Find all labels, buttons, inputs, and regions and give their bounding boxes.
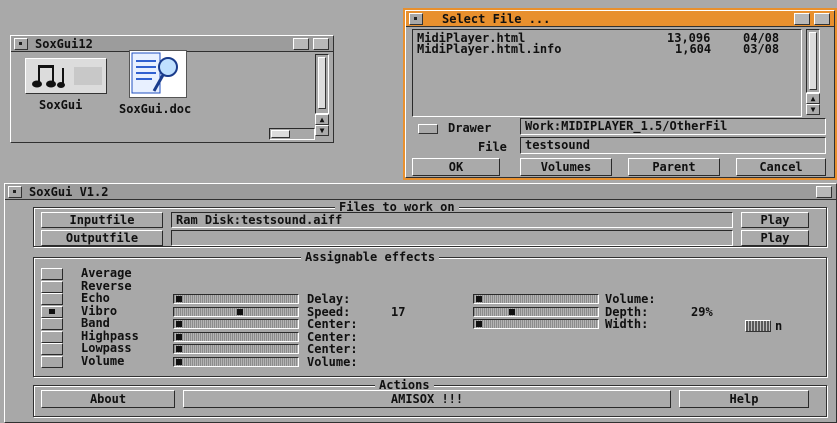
parent-button[interactable]: Parent: [628, 158, 720, 176]
drawer-icon-soxgui[interactable]: SoxGui: [21, 58, 111, 118]
effect-param-slider[interactable]: [173, 344, 299, 354]
drawer-horizontal-scrollbar[interactable]: [269, 128, 315, 140]
slider-knob[interactable]: [476, 296, 482, 302]
ok-button[interactable]: OK: [412, 158, 500, 176]
slider-knob[interactable]: [509, 308, 515, 315]
drawer-title: SoxGui12: [35, 37, 93, 51]
effect-param-slider-2[interactable]: [473, 319, 599, 329]
outputfile-button[interactable]: Outputfile: [41, 230, 163, 246]
slider-knob[interactable]: [176, 346, 182, 352]
drawer-vertical-scrollbar[interactable]: [315, 54, 329, 114]
about-button[interactable]: About: [41, 390, 175, 408]
slider-knob[interactable]: [176, 321, 182, 327]
effect-param-value: 17: [391, 304, 406, 319]
effect-param-label-2: Width:: [605, 317, 649, 331]
effects-group-label: Assignable effects: [301, 250, 440, 264]
scroll-down-icon[interactable]: ▼: [806, 104, 820, 115]
drawer-hscroll-thumb[interactable]: [271, 130, 290, 138]
scroll-up-icon[interactable]: ▲: [806, 93, 820, 104]
file-list-scroll-thumb[interactable]: [809, 32, 817, 90]
file-list-item[interactable]: MidiPlayer.html.info 1,604 03/08: [417, 43, 797, 55]
file-label: File: [478, 140, 507, 154]
depth-gadget-icon[interactable]: [816, 186, 832, 198]
effect-checkbox-highpass[interactable]: [41, 330, 63, 343]
effect-param-slider[interactable]: [173, 306, 299, 317]
volumes-button[interactable]: Volumes: [520, 158, 612, 176]
file-list[interactable]: MidiPlayer.html 13,096 04/08 MidiPlayer.…: [412, 29, 802, 117]
inputfile-field[interactable]: Ram Disk:testsound.aiff: [171, 212, 733, 228]
cancel-button[interactable]: Cancel: [736, 158, 826, 176]
file-date: 03/08: [743, 42, 780, 56]
outputfile-field[interactable]: [171, 230, 733, 246]
main-title: SoxGui V1.2: [29, 185, 109, 199]
close-gadget-icon[interactable]: [8, 186, 22, 198]
drawer-scroll-thumb[interactable]: [318, 57, 326, 109]
drawer-toggle-icon[interactable]: [418, 124, 438, 134]
zoom-gadget-icon[interactable]: [794, 13, 810, 25]
zoom-gadget-icon[interactable]: [293, 38, 309, 50]
effect-param-slider[interactable]: [173, 319, 299, 329]
effect-param-slider[interactable]: [173, 331, 299, 342]
file-list-scrollbar[interactable]: [806, 29, 820, 93]
effect-param-slider[interactable]: [173, 294, 299, 304]
depth-gadget-icon[interactable]: [814, 13, 830, 25]
file-name-field[interactable]: testsound: [520, 137, 826, 154]
soxgui-main-window: SoxGui V1.2 Files to work on Inputfile R…: [4, 183, 837, 423]
depth-gadget-icon[interactable]: [313, 38, 329, 50]
scroll-up-icon[interactable]: ▲: [315, 114, 329, 125]
slider-knob[interactable]: [176, 333, 182, 340]
effect-param-slider[interactable]: [173, 356, 299, 367]
file-requester-window: Select File ... MidiPlayer.html 13,096 0…: [403, 8, 837, 180]
effect-checkbox-echo[interactable]: [41, 293, 63, 305]
effect-param-slider-2[interactable]: [473, 294, 599, 304]
effect-checkbox-lowpass[interactable]: [41, 343, 63, 355]
effect-checkbox-average[interactable]: [41, 268, 63, 280]
effect-param-slider-2[interactable]: [473, 306, 599, 317]
close-gadget-icon[interactable]: [409, 13, 423, 25]
requester-title: Select File ...: [442, 12, 551, 26]
drawer-icon-label: SoxGui.doc: [119, 102, 192, 116]
slider-knob[interactable]: [476, 321, 482, 327]
inputfile-button[interactable]: Inputfile: [41, 212, 163, 228]
scroll-down-icon[interactable]: ▼: [315, 125, 329, 136]
inputfile-play-button[interactable]: Play: [741, 212, 809, 228]
drawer-icon-soxgui-doc[interactable]: SoxGui.doc: [115, 50, 205, 118]
amisox-run-button[interactable]: AMISOX !!!: [183, 390, 671, 408]
width-gadget-label: n: [775, 319, 783, 333]
drawer-path-field[interactable]: Work:MIDIPLAYER_1.5/OtherFil: [520, 118, 826, 135]
effect-checkbox-reverse[interactable]: [41, 280, 63, 293]
width-gadget[interactable]: [745, 320, 771, 332]
file-size: 1,604: [675, 42, 712, 56]
effect-checkbox-band[interactable]: [41, 318, 63, 330]
effect-param-label: Volume:: [307, 354, 358, 369]
slider-knob[interactable]: [236, 308, 243, 315]
effect-checkbox-volume[interactable]: [41, 355, 63, 368]
file-name: MidiPlayer.html.info: [417, 42, 562, 56]
effect-label: Volume: [81, 353, 125, 368]
effect-checkbox-vibro[interactable]: [41, 305, 63, 318]
drawer-icon-label: SoxGui: [39, 98, 83, 112]
drawer-window: SoxGui12 SoxGui SoxGui.doc ▲ ▼: [10, 35, 334, 143]
effect-param-value-2: 29%: [691, 304, 713, 319]
drawer-label: Drawer: [448, 121, 492, 135]
slider-knob[interactable]: [176, 296, 182, 302]
requester-titlebar[interactable]: Select File ...: [406, 11, 834, 27]
main-titlebar[interactable]: SoxGui V1.2: [5, 184, 836, 200]
document-magnifier-icon: [129, 50, 187, 98]
help-button[interactable]: Help: [679, 390, 809, 408]
slider-knob[interactable]: [176, 358, 182, 365]
close-gadget-icon[interactable]: [14, 38, 28, 50]
outputfile-play-button[interactable]: Play: [741, 230, 809, 246]
music-notes-icon: [25, 58, 107, 94]
